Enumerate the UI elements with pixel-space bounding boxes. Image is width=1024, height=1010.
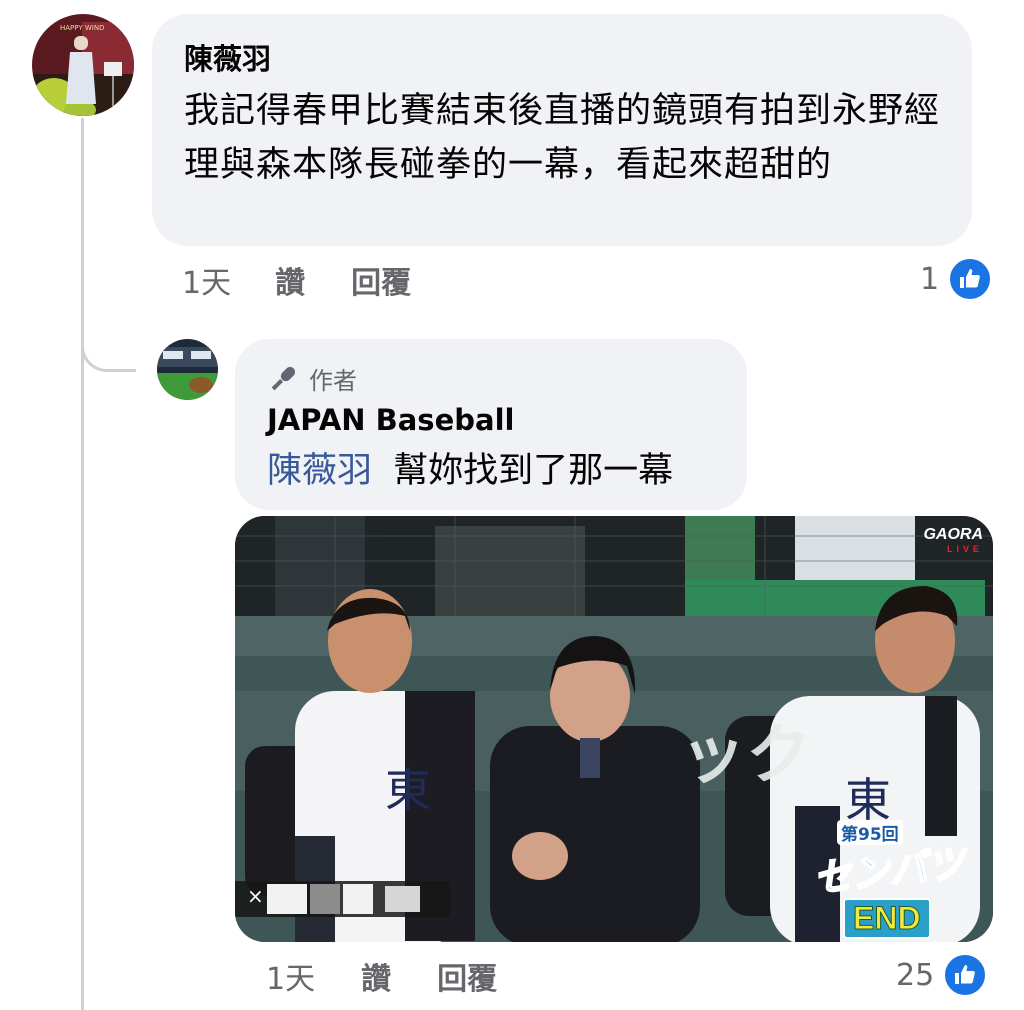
reply-reply-button[interactable]: 回覆 — [437, 954, 497, 998]
comment-author[interactable]: 陳薇羽 — [184, 36, 271, 78]
broadcaster-name: GAORA — [923, 526, 983, 543]
reply-body: 陳薇羽 幫妳找到了那一幕 — [267, 447, 673, 495]
reply-reaction-summary[interactable]: 25 — [896, 950, 989, 1000]
commenter-avatar[interactable]: HAPPY WIND — [32, 14, 134, 116]
svg-text:東: 東 — [845, 773, 891, 827]
like-reaction-icon — [947, 256, 994, 302]
avatar-banner-text: HAPPY WIND — [60, 24, 104, 32]
attached-video[interactable]: 東 東 GAORA LIVE ック × 第95回 センバツ END — [235, 516, 993, 942]
like-button[interactable]: 讚 — [275, 258, 305, 302]
reply-like-button[interactable]: 讚 — [361, 954, 391, 998]
comment-actions: 1天 讚 回覆 — [182, 258, 411, 302]
end-tag: END — [843, 898, 931, 939]
microphone-icon — [271, 366, 296, 390]
avatar-image: HAPPY WIND — [32, 14, 134, 116]
reply-actions: 1天 讚 回覆 — [266, 954, 497, 998]
comment-timestamp[interactable]: 1天 — [182, 258, 231, 302]
reply-author[interactable]: JAPAN Baseball — [267, 403, 514, 437]
reply-text: 幫妳找到了那一幕 — [393, 451, 674, 491]
page-avatar[interactable] — [157, 339, 218, 400]
comment-text: 我記得春甲比賽結束後直播的鏡頭有拍到永野經理與森本隊長碰拳的一幕，看起來超甜的 — [184, 91, 941, 185]
reply-timestamp[interactable]: 1天 — [266, 954, 315, 998]
svg-text:東: 東 — [385, 763, 431, 817]
reply-like-reaction-icon — [942, 952, 989, 998]
comment-bubble: 陳薇羽 我記得春甲比賽結束後直播的鏡頭有拍到永野經理與森本隊長碰拳的一幕，看起來… — [152, 14, 972, 246]
reply-button[interactable]: 回覆 — [351, 258, 411, 302]
thread-line-vertical — [81, 118, 84, 1010]
broadcaster-sub: LIVE — [946, 544, 983, 554]
stadium-avatar-image — [157, 339, 218, 400]
stadium-banner-text: ック — [680, 716, 812, 793]
thread-line-curve — [81, 330, 136, 372]
reply-bubble: 作者 JAPAN Baseball 陳薇羽 幫妳找到了那一幕 — [235, 339, 747, 510]
caption-close: × — [247, 884, 264, 908]
mention-link[interactable]: 陳薇羽 — [267, 451, 372, 491]
broadcaster-logo: GAORA LIVE — [923, 526, 983, 556]
author-badge-label: 作者 — [309, 367, 357, 395]
author-badge: 作者 — [267, 361, 357, 396]
reaction-count: 1 — [920, 261, 940, 297]
reaction-summary[interactable]: 1 — [920, 254, 994, 304]
reply-reaction-count: 25 — [896, 957, 935, 993]
